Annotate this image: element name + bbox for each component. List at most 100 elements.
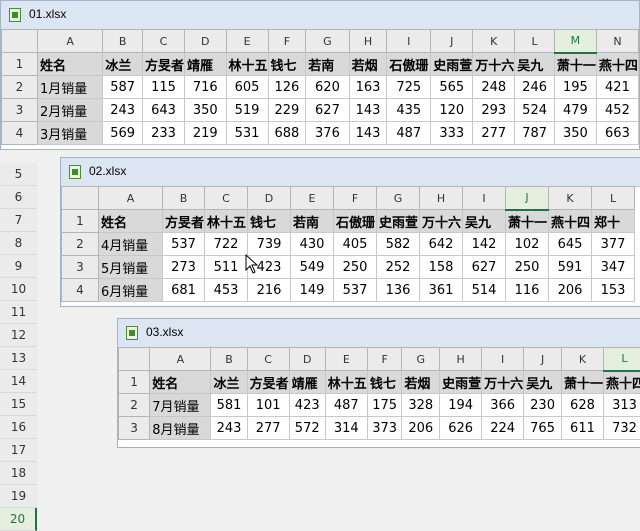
data-cell[interactable]: 194 (439, 393, 483, 417)
row-header-5[interactable]: 5 (0, 163, 37, 186)
row-label-cell[interactable]: 8月销量 (149, 416, 212, 440)
data-cell[interactable]: 102 (505, 232, 550, 256)
data-cell[interactable]: 405 (333, 232, 378, 256)
column-header-J[interactable]: J (430, 29, 474, 53)
data-cell[interactable]: 243 (210, 416, 248, 440)
column-header-C[interactable]: C (204, 186, 249, 210)
data-cell[interactable]: 581 (210, 393, 248, 417)
data-cell[interactable]: 716 (184, 75, 227, 99)
select-all-corner[interactable] (118, 347, 151, 371)
sheet-grid[interactable]: A B C D E F G H I J K L M N 1 姓名 冰兰 方旻者 靖雁 林十五 钱七 若南 若烟 石傲珊 史雨萱万… (1, 29, 639, 145)
header-cell[interactable]: 姓名 (149, 370, 212, 394)
row-header-1[interactable]: 1 (61, 209, 99, 233)
data-cell[interactable]: 663 (595, 121, 639, 145)
data-cell[interactable]: 361 (419, 278, 464, 302)
header-cell[interactable]: 石傲珊 (333, 209, 378, 233)
header-cell[interactable]: 吴九 (514, 52, 555, 76)
data-cell[interactable]: 233 (141, 121, 186, 145)
column-header-F[interactable]: F (333, 186, 378, 210)
header-cell[interactable]: 萧十一 (505, 209, 550, 233)
data-cell[interactable]: 643 (141, 98, 186, 122)
header-cell[interactable]: 若烟 (348, 52, 388, 76)
column-header-E[interactable]: E (290, 186, 335, 210)
data-cell[interactable]: 120 (430, 98, 474, 122)
column-header-B[interactable]: B (102, 29, 143, 53)
data-cell[interactable]: 163 (348, 75, 388, 99)
row-header-14[interactable]: 14 (0, 370, 37, 393)
column-header-K[interactable]: K (548, 186, 593, 210)
data-cell[interactable]: 605 (225, 75, 269, 99)
data-cell[interactable]: 537 (333, 278, 378, 302)
row-header-8[interactable]: 8 (0, 232, 37, 255)
data-cell[interactable]: 243 (102, 98, 143, 122)
data-cell[interactable]: 143 (348, 98, 388, 122)
data-cell[interactable]: 645 (548, 232, 593, 256)
data-cell[interactable]: 252 (376, 255, 421, 279)
header-cell[interactable]: 燕十四 (602, 370, 640, 394)
header-cell[interactable]: 石傲珊 (386, 52, 432, 76)
column-header-D[interactable]: D (184, 29, 227, 53)
data-cell[interactable]: 224 (481, 416, 525, 440)
data-cell[interactable]: 582 (376, 232, 421, 256)
data-cell[interactable]: 277 (472, 121, 516, 145)
column-header-I[interactable]: I (462, 186, 507, 210)
data-cell[interactable]: 569 (102, 121, 143, 145)
data-cell[interactable]: 487 (386, 121, 432, 145)
column-header-F[interactable]: F (366, 347, 403, 371)
data-cell[interactable]: 126 (267, 75, 307, 99)
window-titlebar[interactable]: 01.xlsx (1, 1, 639, 30)
data-cell[interactable]: 725 (386, 75, 432, 99)
row-header-13[interactable]: 13 (0, 347, 37, 370)
data-cell[interactable]: 452 (595, 98, 639, 122)
window-titlebar[interactable]: 02.xlsx (61, 158, 640, 187)
row-header-gutter[interactable]: 5 6 7 8 9 10 11 12 13 14 15 16 17 18 19 20 (0, 163, 37, 531)
data-cell[interactable]: 514 (462, 278, 507, 302)
row-header-3[interactable]: 3 (118, 416, 151, 440)
header-cell[interactable]: 万十六 (481, 370, 525, 394)
data-cell[interactable]: 366 (481, 393, 525, 417)
data-cell[interactable]: 115 (141, 75, 186, 99)
header-cell[interactable]: 万十六 (472, 52, 516, 76)
data-cell[interactable]: 765 (523, 416, 562, 440)
data-cell[interactable]: 143 (348, 121, 388, 145)
data-cell[interactable]: 230 (523, 393, 562, 417)
data-cell[interactable]: 248 (472, 75, 516, 99)
row-header-2[interactable]: 2 (61, 232, 99, 256)
data-cell[interactable]: 611 (560, 416, 604, 440)
header-cell[interactable]: 林十五 (324, 370, 368, 394)
data-cell[interactable]: 273 (161, 255, 206, 279)
header-cell[interactable]: 吴九 (523, 370, 562, 394)
row-label-cell[interactable]: 4月销量 (98, 232, 163, 256)
column-header-L[interactable]: L (602, 347, 640, 372)
data-cell[interactable]: 277 (246, 416, 290, 440)
data-cell[interactable]: 313 (602, 393, 640, 417)
data-cell[interactable]: 206 (401, 416, 441, 440)
row-header-16[interactable]: 16 (0, 416, 37, 439)
data-cell[interactable]: 627 (305, 98, 350, 122)
data-cell[interactable]: 537 (161, 232, 206, 256)
column-header-K[interactable]: K (472, 29, 516, 53)
data-cell[interactable]: 333 (430, 121, 474, 145)
data-cell[interactable]: 328 (401, 393, 441, 417)
row-header-6[interactable]: 6 (0, 186, 37, 209)
header-cell[interactable]: 郑十 (591, 209, 636, 233)
data-cell[interactable]: 293 (472, 98, 516, 122)
data-cell[interactable]: 158 (419, 255, 464, 279)
data-cell[interactable]: 116 (505, 278, 550, 302)
row-label-cell[interactable]: 5月销量 (98, 255, 163, 279)
data-cell[interactable]: 511 (204, 255, 249, 279)
column-header-B[interactable]: B (161, 186, 206, 210)
row-label-cell[interactable]: 1月销量 (36, 75, 104, 99)
data-cell[interactable]: 216 (247, 278, 292, 302)
header-cell[interactable]: 靖雁 (184, 52, 227, 76)
header-cell[interactable]: 林十五 (204, 209, 249, 233)
header-cell[interactable]: 靖雁 (288, 370, 326, 394)
data-cell[interactable]: 479 (553, 98, 597, 122)
data-cell[interactable]: 620 (305, 75, 350, 99)
data-cell[interactable]: 250 (505, 255, 550, 279)
column-header-H[interactable]: H (439, 347, 483, 371)
data-cell[interactable]: 572 (288, 416, 326, 440)
data-cell[interactable]: 591 (548, 255, 593, 279)
row-header-4[interactable]: 4 (1, 121, 38, 145)
header-cell[interactable]: 史雨萱 (376, 209, 421, 233)
